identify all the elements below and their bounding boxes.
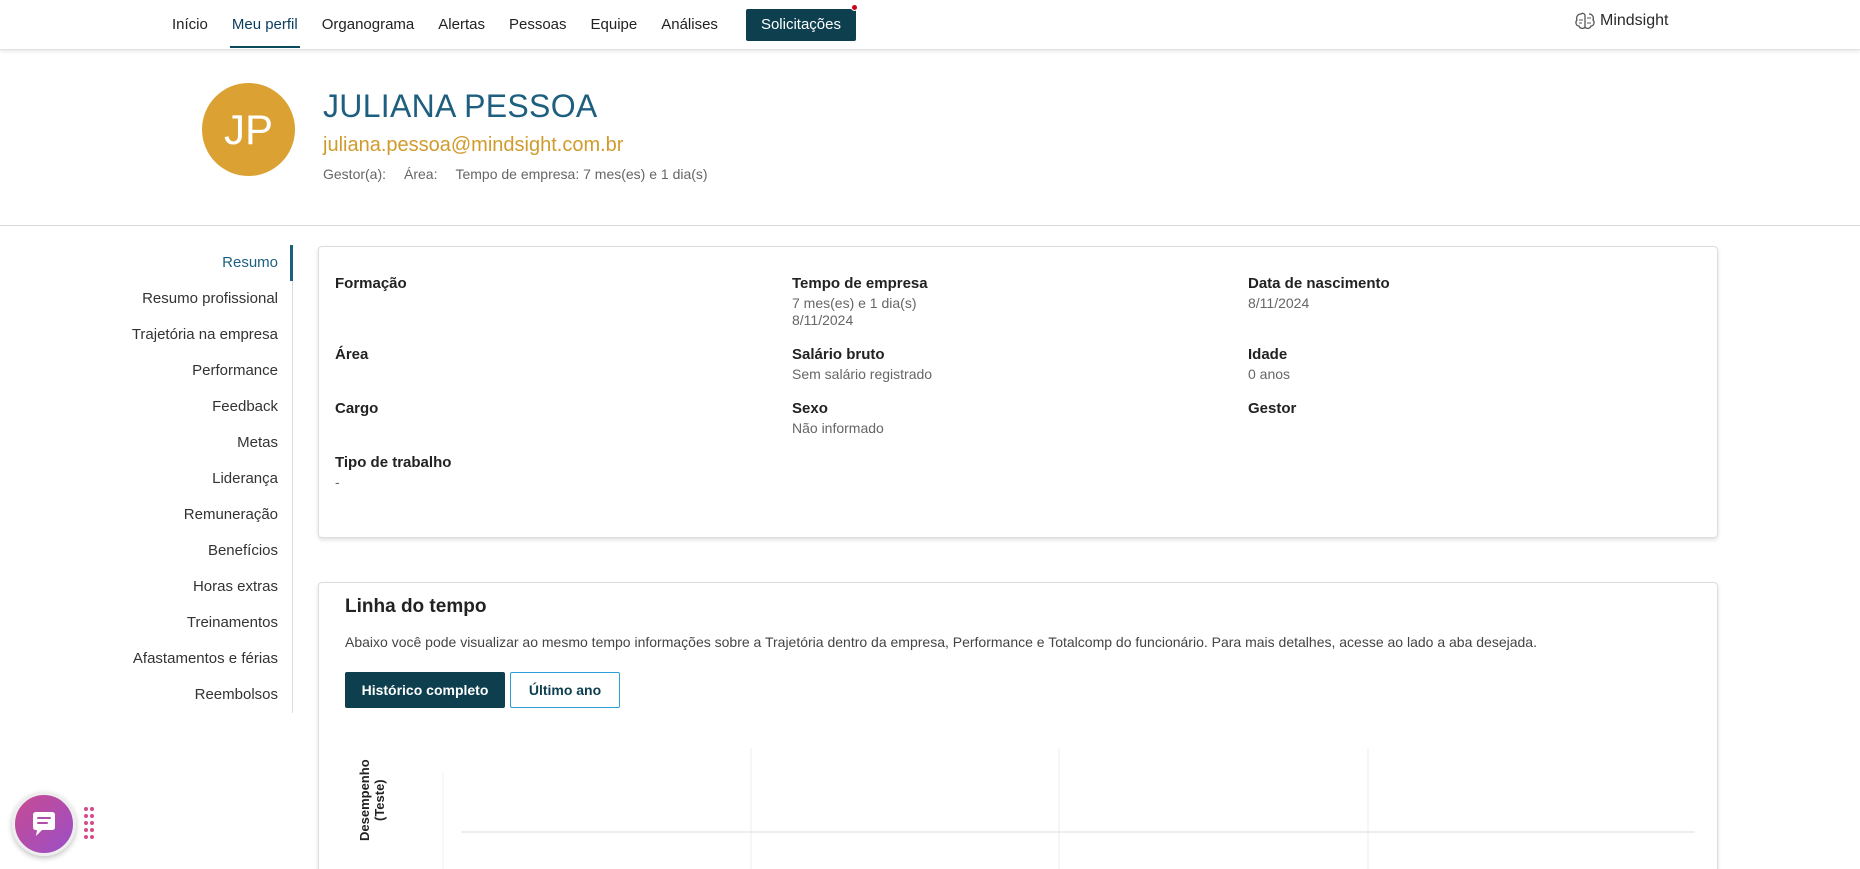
tenure-text: Tempo de empresa: 7 mes(es) e 1 dia(s): [455, 166, 708, 182]
nav-menu: Início Meu perfil Organograma Alertas Pe…: [172, 0, 858, 50]
nav-item-alertas[interactable]: Alertas: [438, 0, 485, 50]
field-data-nascimento: Data de nascimento 8/11/2024: [1248, 275, 1390, 312]
mindsight-logo[interactable]: Mindsight: [1575, 12, 1668, 30]
summary-card: Formação Tempo de empresa 7 mes(es) e 1 …: [318, 246, 1718, 538]
field-label: Salário bruto: [792, 346, 885, 363]
field-label: Área: [335, 346, 369, 363]
field-label: Idade: [1248, 346, 1288, 363]
field-label: Cargo: [335, 400, 379, 417]
field-formacao: Formação: [335, 275, 407, 292]
side-item-resumo[interactable]: Resumo: [100, 245, 293, 281]
side-item-remuneracao[interactable]: Remuneração: [100, 497, 292, 533]
notification-dot: [850, 4, 858, 11]
nav-item-meu-perfil[interactable]: Meu perfil: [229, 0, 300, 50]
side-item-beneficios[interactable]: Benefícios: [100, 533, 292, 569]
field-value: Sem salário registrado: [792, 366, 933, 382]
last-year-button[interactable]: Último ano: [510, 672, 620, 708]
nav-item-analises[interactable]: Análises: [661, 0, 718, 50]
field-sexo: Sexo Não informado: [792, 400, 884, 437]
field-value: 8/11/2024: [1248, 295, 1310, 311]
timeline-chart: [442, 748, 1695, 869]
field-label: Data de nascimento: [1248, 275, 1390, 292]
field-cargo: Cargo: [335, 400, 378, 417]
manager-label: Gestor(a):: [323, 166, 387, 182]
field-area: Área: [335, 346, 368, 363]
side-item-performance[interactable]: Performance: [100, 353, 292, 389]
side-item-reembolsos[interactable]: Reembolsos: [100, 677, 292, 713]
field-value: -: [335, 474, 340, 490]
field-label: Formação: [335, 275, 407, 292]
field-label: Gestor: [1248, 400, 1297, 417]
profile-name: JULIANA PESSOA: [323, 88, 598, 124]
side-item-lideranca[interactable]: Liderança: [100, 461, 292, 497]
side-item-metas[interactable]: Metas: [100, 425, 292, 461]
field-value-date: 8/11/2024: [792, 312, 854, 328]
field-label: Tempo de empresa: [792, 275, 928, 292]
profile-email: juliana.pessoa@mindsight.com.br: [323, 134, 624, 156]
side-item-trajetoria[interactable]: Trajetória na empresa: [100, 317, 292, 353]
timeline-description: Abaixo você pode visualizar ao mesmo tem…: [345, 634, 1537, 650]
field-salario: Salário bruto Sem salário registrado: [792, 346, 932, 383]
timeline-card: Linha do tempo Abaixo você pode visualiz…: [318, 582, 1718, 869]
area-label: Área:: [404, 166, 438, 182]
field-value: 0 anos: [1248, 366, 1291, 382]
full-history-button[interactable]: Histórico completo: [345, 672, 505, 708]
nav-item-pessoas[interactable]: Pessoas: [509, 0, 567, 50]
field-label: Sexo: [792, 400, 828, 417]
chat-button[interactable]: [12, 792, 76, 856]
field-value: Não informado: [792, 420, 884, 436]
field-tipo-trabalho: Tipo de trabalho -: [335, 454, 451, 491]
field-value: 7 mes(es) e 1 dia(s): [792, 295, 917, 311]
logo-text: Mindsight: [1600, 12, 1669, 29]
nav-item-inicio[interactable]: Início: [172, 0, 208, 50]
field-label: Tipo de trabalho: [335, 454, 452, 471]
timeline-title: Linha do tempo: [345, 596, 487, 617]
chat-icon: [33, 812, 55, 836]
side-item-horas-extras[interactable]: Horas extras: [100, 569, 292, 605]
side-item-resumo-profissional[interactable]: Resumo profissional: [100, 281, 292, 317]
brain-logo-icon: [1575, 12, 1595, 30]
nav-item-organograma[interactable]: Organograma: [322, 0, 415, 50]
solicitacoes-label: Solicitações: [760, 16, 841, 33]
avatar: JP: [202, 83, 295, 176]
side-item-afastamentos[interactable]: Afastamentos e férias: [100, 641, 292, 677]
solicitacoes-button[interactable]: Solicitações: [745, 4, 858, 41]
drag-grip-icon[interactable]: [84, 807, 96, 839]
field-tempo-empresa: Tempo de empresa 7 mes(es) e 1 dia(s) 8/…: [792, 275, 928, 329]
side-item-feedback[interactable]: Feedback: [100, 389, 292, 425]
top-navigation: Início Meu perfil Organograma Alertas Pe…: [0, 0, 1860, 50]
field-gestor: Gestor: [1248, 400, 1296, 417]
side-item-treinamentos[interactable]: Treinamentos: [100, 605, 292, 641]
profile-meta: Gestor(a): Área: Tempo de empresa: 7 mes…: [323, 166, 726, 182]
profile-header: JP JULIANA PESSOA juliana.pessoa@mindsig…: [0, 50, 1860, 226]
nav-item-equipe[interactable]: Equipe: [591, 0, 638, 50]
profile-side-menu: Resumo Resumo profissional Trajetória na…: [100, 245, 293, 713]
field-idade: Idade 0 anos: [1248, 346, 1290, 383]
